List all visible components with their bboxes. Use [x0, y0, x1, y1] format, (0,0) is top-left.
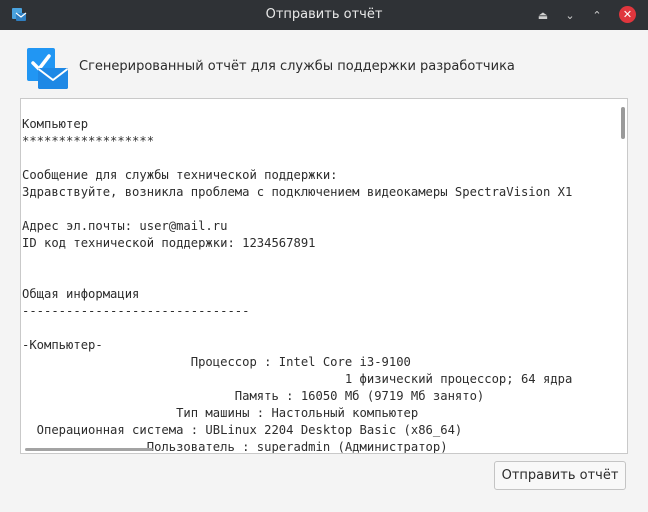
report-line: Здравствуйте, возникла проблема с подклю…	[22, 185, 573, 199]
horizontal-scrollbar-thumb[interactable]	[25, 448, 153, 451]
send-report-button[interactable]: Отправить отчёт	[494, 461, 626, 490]
maximize-icon[interactable]: ⌃	[588, 6, 606, 24]
report-line: 1 физический процессор; 64 ядра	[22, 372, 573, 386]
close-icon[interactable]: ✕	[619, 6, 636, 23]
report-line: Память : 16050 Мб (9719 Мб занято)	[22, 389, 485, 403]
report-line: -Компьютер-	[22, 338, 103, 352]
report-line: Компьютер	[22, 117, 89, 131]
report-dialog: Отправить отчёт ⏏ ⌄ ⌃ ✕ Сгенерированный …	[0, 0, 648, 512]
vertical-scrollbar-thumb[interactable]	[621, 107, 625, 139]
report-content: Компьютер ****************** Сообщение д…	[22, 116, 573, 453]
report-line: -------------------------------	[22, 304, 250, 318]
vertical-scrollbar[interactable]	[618, 99, 627, 453]
support-report-icon	[24, 46, 70, 92]
report-line: Адрес эл.почты: user@mail.ru	[22, 219, 228, 233]
minimize-icon[interactable]: ⌄	[561, 6, 579, 24]
report-line: ID код технической поддержки: 1234567891	[22, 236, 316, 250]
shade-icon[interactable]: ⏏	[534, 6, 552, 24]
header-description: Сгенерированный отчёт для службы поддерж…	[79, 59, 515, 74]
report-text-area[interactable]: Компьютер ****************** Сообщение д…	[20, 98, 628, 454]
report-line: Процессор : Intel Core i3-9100	[22, 355, 411, 369]
report-line: Тип машины : Настольный компьютер	[22, 406, 419, 420]
report-line: Операционная система : UBLinux 2204 Desk…	[22, 423, 463, 437]
report-line: ******************	[22, 134, 155, 148]
titlebar[interactable]: Отправить отчёт ⏏ ⌄ ⌃ ✕	[0, 0, 648, 30]
report-line: Сообщение для службы технической поддерж…	[22, 168, 338, 182]
horizontal-scrollbar[interactable]	[21, 446, 627, 453]
report-line: Общая информация	[22, 287, 140, 301]
